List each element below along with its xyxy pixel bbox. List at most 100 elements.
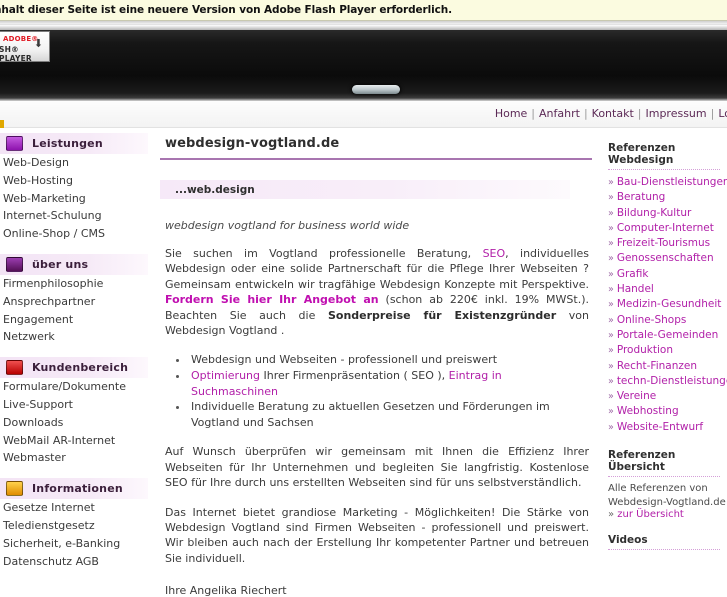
nav-link-impressum[interactable]: Impressum — [643, 107, 708, 120]
sidebar-item-netzwerk[interactable]: Netzwerk — [0, 328, 148, 346]
sidebar-item-teledienstgesetz[interactable]: Teledienstgesetz — [0, 517, 148, 535]
reference-link-online-shops[interactable]: » Online-Shops — [608, 313, 727, 328]
reference-link-computer-internet[interactable]: » Computer-Internet — [608, 221, 727, 236]
sidebar-item-formulare-dokumente[interactable]: Formulare/Dokumente — [0, 378, 148, 396]
reference-label: Webhosting — [616, 405, 679, 418]
sidebar-item-web-hosting[interactable]: Web-Hosting — [0, 172, 148, 190]
chevron-right-icon: » — [608, 299, 614, 311]
reference-label: Recht-Finanzen — [616, 359, 697, 372]
reference-link-freizeit-tourismus[interactable]: » Freizeit-Tourismus — [608, 236, 727, 251]
sidebar-item-ansprechpartner[interactable]: Ansprechpartner — [0, 293, 148, 311]
optimierung-link[interactable]: Optimierung — [191, 369, 260, 382]
nav-link-home[interactable]: Home — [493, 107, 529, 120]
sidebar-item-webmail-ar-internet[interactable]: WebMail AR-Internet — [0, 432, 148, 450]
reference-link-techn-dienstleistungen[interactable]: » techn-Dienstleistungen — [608, 374, 727, 389]
reference-label: Genossenschaften — [616, 252, 714, 265]
intro-paragraph: Sie suchen im Vogtland professionelle Be… — [160, 246, 592, 338]
flash-banner-placeholder: ADOBE® SH® PLAYER ⬇ — [0, 21, 727, 101]
marketing-paragraph: Das Internet bietet grandiose Marketing … — [165, 505, 589, 565]
sidebar-item-web-marketing[interactable]: Web-Marketing — [0, 190, 148, 208]
flash-update-bar: nhalt dieser Seite ist eine neuere Versi… — [0, 0, 727, 21]
overview-text-line2: Webdesign-Vogtland.de — [608, 496, 726, 508]
sidebar-item-engagement[interactable]: Engagement — [0, 311, 148, 329]
download-arrow-icon: ⬇ — [33, 37, 43, 50]
reference-link-portale-gemeinden[interactable]: » Portale-Gemeinden — [608, 328, 727, 343]
reference-link-website-entwurf[interactable]: » Website-Entwurf — [608, 420, 727, 435]
chevron-right-icon: » — [608, 268, 614, 280]
sidebar-item-web-design[interactable]: Web-Design — [0, 154, 148, 172]
sidebar-section-title: Kundenbereich — [32, 361, 129, 375]
seo-link[interactable]: SEO — [483, 247, 506, 260]
reference-label: Portale-Gemeinden — [616, 328, 719, 341]
reference-link-recht-finanzen[interactable]: » Recht-Finanzen — [608, 359, 727, 374]
chevron-right-icon: » — [608, 360, 614, 372]
nav-link-anfahrt[interactable]: Anfahrt — [537, 107, 582, 120]
reference-label: Handel — [616, 283, 654, 296]
sidebar-item-sicherheit-ebanking[interactable]: Sicherheit, e-Banking — [0, 535, 148, 553]
sidebar-item-downloads[interactable]: Downloads — [0, 414, 148, 432]
adobe-flash-player-download-badge[interactable]: ADOBE® SH® PLAYER ⬇ — [0, 31, 50, 63]
flash-update-message: nhalt dieser Seite ist eine neuere Versi… — [0, 4, 453, 16]
services-bullet-list: Webdesign und Webseiten - professionell … — [160, 352, 592, 430]
special-prices-emphasis: Sonderpreise für Existenzgründer — [327, 308, 557, 322]
bullet-text: Ihrer Firmenpräsentation ( SEO ), — [260, 369, 449, 383]
list-item: Webdesign und Webseiten - professionell … — [189, 352, 592, 368]
dark-purple-box-icon — [6, 256, 23, 272]
top-navigation-bar: Home|Anfahrt|Kontakt|Impressum|Log — [0, 101, 727, 128]
overview-link-row: » zur Übersicht — [608, 509, 727, 520]
reference-link-webhosting[interactable]: » Webhosting — [608, 404, 727, 419]
subheading-label: ...web.design — [175, 183, 255, 196]
reference-link-vereine[interactable]: » Vereine — [608, 389, 727, 404]
page-body: Leistungen Web-Design Web-Hosting Web-Ma… — [0, 128, 727, 597]
chevron-right-icon: » — [608, 207, 614, 219]
bullet-text: Webdesign und Webseiten - professionell … — [191, 353, 498, 367]
reference-label: Bau-Dienstleistungen — [616, 176, 727, 188]
banner-sheen — [0, 25, 727, 30]
top-navigation-links: Home|Anfahrt|Kontakt|Impressum|Log — [493, 107, 727, 120]
sidebar-section-title: über uns — [32, 257, 89, 271]
nav-link-login[interactable]: Log — [716, 107, 727, 120]
reference-link-bildung-kultur[interactable]: » Bildung-Kultur — [608, 206, 727, 221]
dotted-divider — [608, 169, 720, 170]
sidebar-item-webmaster[interactable]: Webmaster — [0, 449, 148, 467]
reference-link-produktion[interactable]: » Produktion — [608, 343, 727, 358]
nav-separator: | — [583, 107, 588, 120]
orange-box-icon — [6, 481, 23, 497]
page-title: webdesign-vogtland.de — [165, 136, 340, 151]
chevron-right-icon: » — [608, 177, 614, 188]
sidebar-item-datenschutz-agb[interactable]: Datenschutz AGB — [0, 553, 148, 571]
reference-link-handel[interactable]: » Handel — [608, 282, 727, 297]
reference-link-genossenschaften[interactable]: » Genossenschaften — [608, 251, 727, 266]
reference-label: Website-Entwurf — [616, 420, 704, 433]
reference-link-bau-dienstleistungen[interactable]: » Bau-Dienstleistungen — [608, 175, 727, 190]
nav-link-kontakt[interactable]: Kontakt — [590, 107, 636, 120]
chevron-right-icon: » — [608, 375, 614, 387]
purple-box-icon — [6, 136, 23, 151]
request-offer-link[interactable]: Fordern Sie hier Ihr Angebot an — [165, 293, 379, 306]
sidebar-item-internet-schulung[interactable]: Internet-Schulung — [0, 207, 148, 225]
subheading-band: ...web.design — [160, 180, 570, 199]
reference-link-beratung[interactable]: » Beratung — [608, 190, 727, 205]
dotted-divider — [608, 549, 720, 551]
sidebar-item-online-shop-cms[interactable]: Online-Shop / CMS — [0, 225, 148, 243]
reference-link-medizin-gesundheit[interactable]: » Medizin-Gesundheit — [608, 297, 727, 312]
sidebar-item-gesetze-internet[interactable]: Gesetze Internet — [0, 499, 148, 517]
chevron-right-icon: » — [608, 329, 614, 341]
chevron-right-icon: » — [608, 406, 614, 418]
overview-chevron-icon: » — [608, 509, 618, 521]
intro-text-part1: Sie suchen im Vogtland professionelle Be… — [165, 247, 483, 260]
bullet-text: Individuelle Beratung zu aktuellen Geset… — [191, 400, 550, 429]
banner-highlight-bar — [352, 85, 400, 94]
reference-label: techn-Dienstleistungen — [616, 374, 727, 387]
sidebar-section-header-leistungen: Leistungen — [0, 133, 148, 154]
sidebar-section-header-informationen: Informationen — [0, 478, 148, 500]
reference-link-grafik[interactable]: » Grafik — [608, 267, 727, 282]
main-content: webdesign-vogtland.de ...web.design webd… — [160, 128, 592, 597]
sidebar-item-live-support[interactable]: Live-Support — [0, 396, 148, 414]
chevron-right-icon: » — [608, 391, 614, 403]
sidebar-item-firmenphilosophie[interactable]: Firmenphilosophie — [0, 275, 148, 293]
chevron-right-icon: » — [608, 314, 614, 326]
overview-text-line1: Alle Referenzen von — [608, 483, 708, 495]
title-divider — [160, 158, 592, 160]
zur-uebersicht-link[interactable]: zur Übersicht — [617, 509, 684, 520]
